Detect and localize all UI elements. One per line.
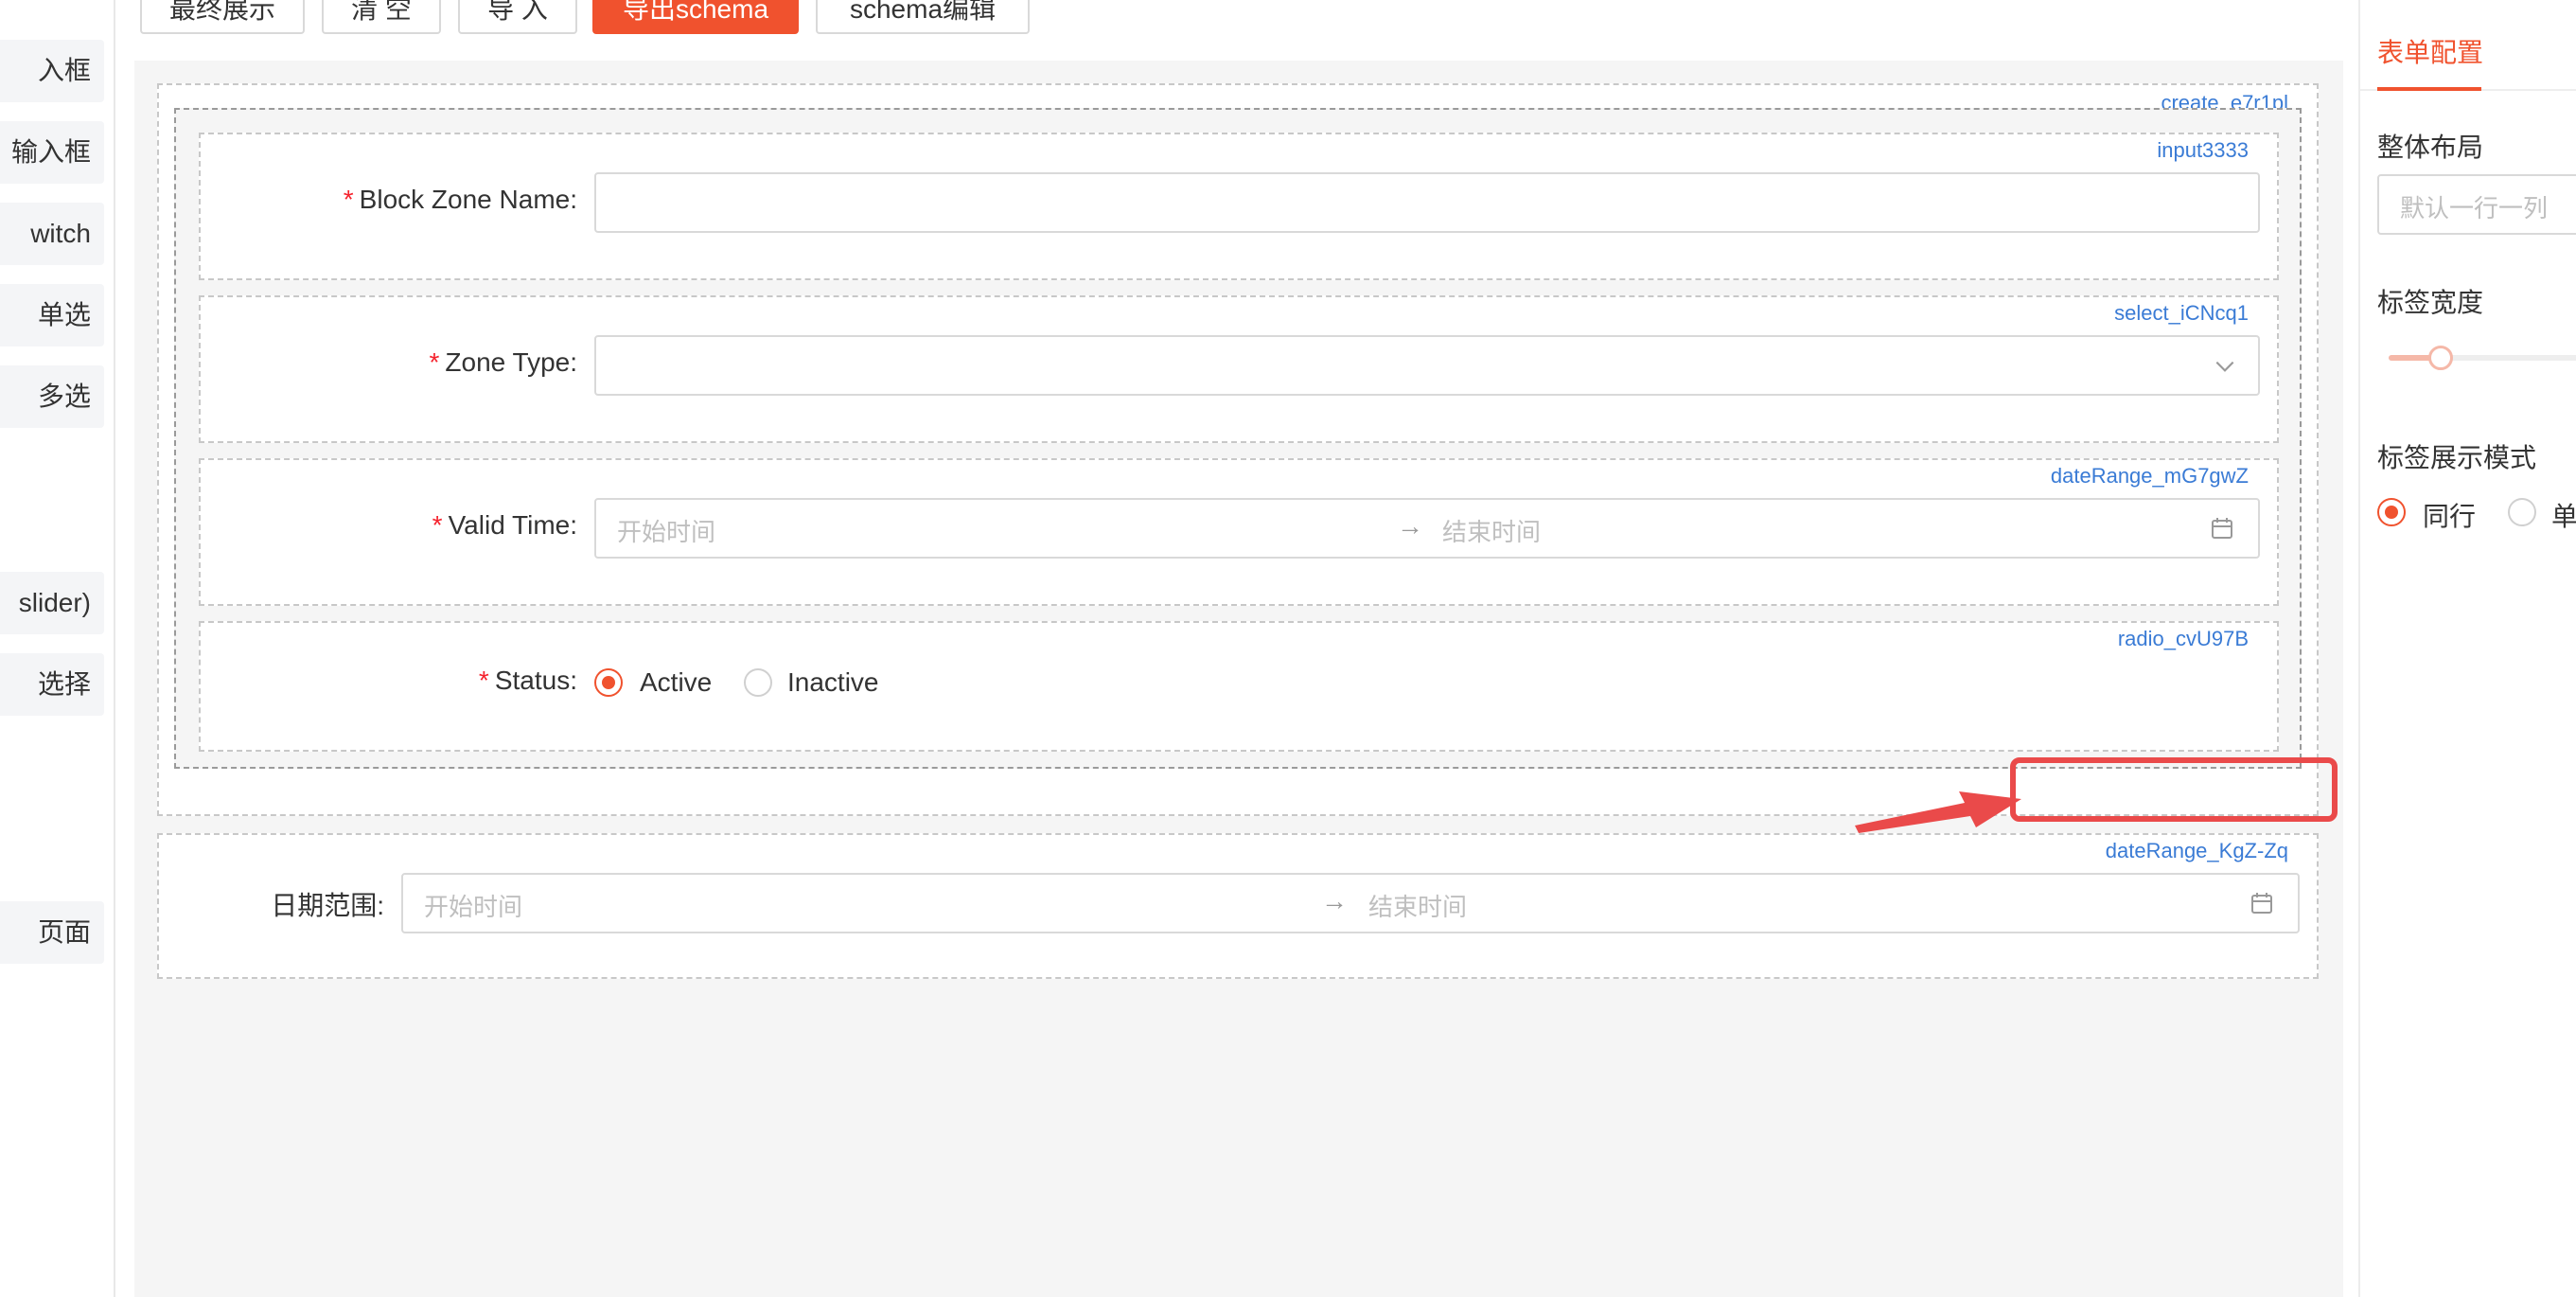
field-label-text: Zone Type <box>445 347 571 377</box>
palette-item-label: 输入框 <box>10 137 91 167</box>
label-mode-radio-separate[interactable] <box>2508 498 2536 526</box>
palette-item-radio[interactable]: 单选 <box>0 284 104 346</box>
calendar-icon <box>2212 518 2232 539</box>
radio-label-active[interactable]: Active <box>640 667 712 698</box>
field-label: * Valid Time: <box>199 510 577 541</box>
start-time-placeholder[interactable]: 开始时间 <box>617 513 715 548</box>
field-label: * Zone Type: <box>199 347 577 378</box>
field-label: * Status: <box>199 666 577 696</box>
palette-item-textarea[interactable]: 输入框 <box>0 121 104 184</box>
palette-item-label: 入框 <box>37 56 91 85</box>
end-time-placeholder[interactable]: 结束时间 <box>1368 888 1467 923</box>
palette-item-label: 页面 <box>37 917 91 947</box>
component-id: dateRange_mG7gwZ <box>2050 464 2249 488</box>
schema-edit-button[interactable]: schema编辑 <box>816 0 1030 34</box>
form-builder-screen: 入框 输入框 witch 单选 多选 slider) 选择 页面 最终展示 清 … <box>0 0 2576 1297</box>
status-radio-inactive[interactable] <box>744 668 772 697</box>
field-label: * Block Zone Name: <box>199 185 577 215</box>
tab-active-indicator <box>2377 87 2481 91</box>
required-mark: * <box>432 510 443 540</box>
calendar-icon <box>2251 893 2272 914</box>
date-range-picker[interactable]: 开始时间 → 结束时间 <box>401 873 2300 933</box>
tab-form-config[interactable]: 表单配置 <box>2377 32 2483 70</box>
component-id: input3333 <box>2157 138 2249 162</box>
required-mark: * <box>343 185 354 214</box>
export-schema-button[interactable]: 导出schema <box>592 0 799 34</box>
zone-type-select[interactable] <box>594 335 2260 396</box>
label-colon: : <box>377 891 384 920</box>
end-time-placeholder[interactable]: 结束时间 <box>1442 513 1541 548</box>
palette-item-input[interactable]: 入框 <box>0 40 104 102</box>
layout-select[interactable]: 默认一行一列 <box>2377 174 2576 235</box>
chevron-down-icon <box>2215 361 2234 372</box>
label-colon: : <box>570 510 577 540</box>
label-colon: : <box>570 185 577 214</box>
valid-time-range-picker[interactable]: 开始时间 → 结束时间 <box>594 498 2260 559</box>
label-mode-label: 标签展示模式 <box>2377 443 2537 472</box>
palette-item-page[interactable]: 页面 <box>0 901 104 964</box>
final-preview-button[interactable]: 最终展示 <box>140 0 305 34</box>
field-label: 日期范围: <box>157 885 384 923</box>
palette-item-label: 多选 <box>37 382 91 411</box>
layout-label: 整体布局 <box>2377 133 2484 162</box>
status-radio-active[interactable] <box>594 668 623 697</box>
range-arrow: → <box>1397 511 1423 541</box>
config-panel: 表单配置 整体布局 默认一行一列 标签宽度 标签展示模式 同行 单 <box>2358 0 2576 1297</box>
label-mode-radio-inline[interactable] <box>2377 498 2406 526</box>
palette-item-label: 单选 <box>37 300 91 329</box>
palette-item-label: 选择 <box>37 669 91 699</box>
label-mode-inline-label[interactable]: 同行 <box>2423 496 2476 534</box>
import-button[interactable]: 导 入 <box>458 0 577 34</box>
clear-button[interactable]: 清 空 <box>322 0 441 34</box>
label-width-label: 标签宽度 <box>2377 288 2484 317</box>
range-arrow: → <box>1321 886 1348 915</box>
palette-item-select[interactable]: 选择 <box>0 653 104 716</box>
block-zone-name-input[interactable] <box>594 172 2260 233</box>
palette-item-label: witch <box>30 219 91 248</box>
component-id: select_iCNcq1 <box>2114 301 2249 325</box>
annotation-arrow-icon <box>1855 791 2021 833</box>
palette-item-checkbox[interactable]: 多选 <box>0 365 104 428</box>
label-colon: : <box>570 347 577 377</box>
field-label-text: 日期范围 <box>271 891 378 920</box>
label-colon: : <box>570 666 577 695</box>
label-width-slider-handle[interactable] <box>2428 346 2453 370</box>
field-label-text: Valid Time <box>448 510 571 540</box>
required-mark: * <box>478 666 489 695</box>
field-label-text: Block Zone Name <box>359 185 571 214</box>
field-label-text: Status <box>494 666 571 695</box>
component-palette: 入框 输入框 witch 单选 多选 slider) 选择 页面 <box>0 0 115 1297</box>
palette-item-switch[interactable]: witch <box>0 203 104 265</box>
palette-item-slider[interactable]: slider) <box>0 572 104 634</box>
annotation-highlight-box <box>2010 757 2338 822</box>
palette-item-label: slider) <box>18 588 91 617</box>
required-mark: * <box>429 347 440 377</box>
label-mode-separate-label[interactable]: 单 <box>2551 496 2576 534</box>
component-id: radio_cvU97B <box>2117 627 2249 650</box>
component-id: dateRange_KgZ-Zq <box>2105 839 2288 862</box>
start-time-placeholder[interactable]: 开始时间 <box>424 888 522 923</box>
radio-label-inactive[interactable]: Inactive <box>787 667 879 698</box>
layout-placeholder: 默认一行一列 <box>2400 194 2549 222</box>
